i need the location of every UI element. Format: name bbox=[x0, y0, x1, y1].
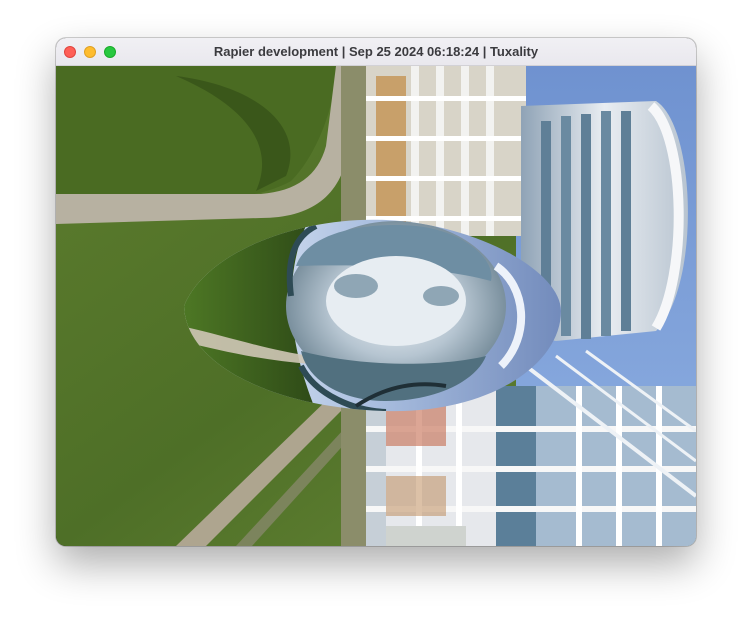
render-viewport[interactable] bbox=[56, 66, 696, 546]
scene-canvas bbox=[56, 66, 696, 546]
app-window: Rapier development | Sep 25 2024 06:18:2… bbox=[56, 38, 696, 546]
title-bar[interactable]: Rapier development | Sep 25 2024 06:18:2… bbox=[56, 38, 696, 66]
window-title: Rapier development | Sep 25 2024 06:18:2… bbox=[213, 44, 539, 59]
